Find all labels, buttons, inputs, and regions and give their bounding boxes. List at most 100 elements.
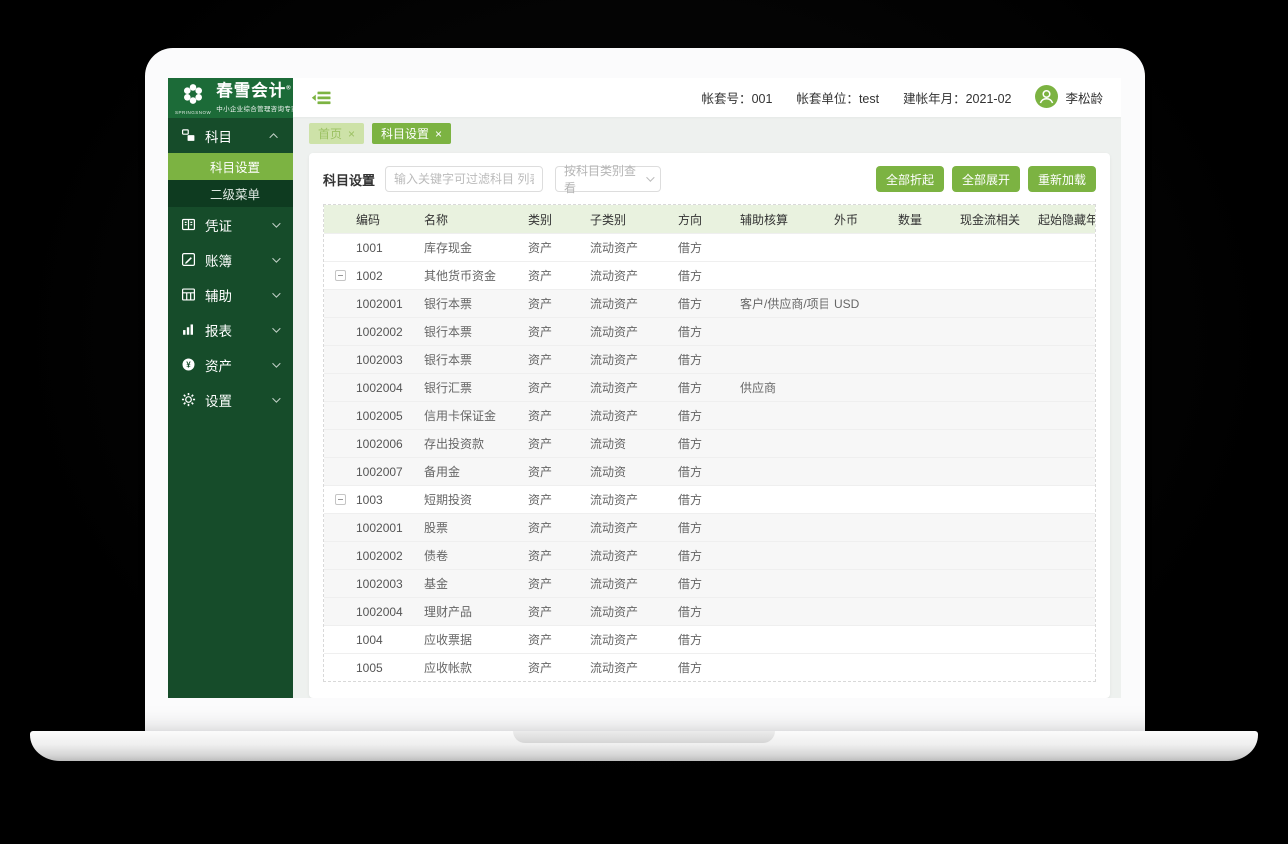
account-field: 帐套单位：test [796,88,879,107]
tab-home[interactable]: 首页 × [309,123,365,144]
cell-subcategory: 流动资产 [590,381,639,395]
collapse-icon[interactable] [335,494,346,505]
collapse-all-button[interactable]: 全部折起 [875,166,944,192]
cell-direction: 借方 [678,381,703,395]
chevron-up-icon [269,132,278,142]
cell-code: 1002004 [356,380,403,395]
sidebar-item-voucher[interactable]: 凭证 [168,207,293,242]
laptop-base [30,731,1258,761]
cell-aux-accounting: 客户/供应商/项目 [740,297,828,311]
sidebar-item-label: 报表 [205,323,232,339]
sidebar-item-subjects[interactable]: 科目 [168,118,293,153]
sidebar-item-reports[interactable]: 报表 [168,312,293,347]
view-mode-value: 按科目类别查看 [564,164,637,195]
table-row[interactable]: 1002005 信用卡保证金 资产 流动资产 借方 [324,401,1095,429]
table-row[interactable]: 1004 应收票据 资产 流动资产 借方 [324,625,1095,653]
avatar [1035,84,1059,111]
field-label: 建帐年月： [903,92,966,106]
table-row[interactable]: 1002004 银行汇票 资产 流动资产 借方 供应商 [324,373,1095,401]
header-cell: 编码 [356,212,381,227]
cell-category: 资产 [528,269,553,283]
sidebar-collapse-icon[interactable] [311,90,332,106]
table-row[interactable]: 1003 短期投资 资产 流动资产 借方 [324,485,1095,513]
cell-subcategory: 流动资产 [590,577,639,591]
topbar-info: 帐套号：001 帐套单位：test 建帐年月：2021-02 李松龄 [702,84,1103,111]
cell-subcategory: 流动资产 [590,241,639,255]
close-icon[interactable]: × [435,128,442,140]
sidebar-item-ledger[interactable]: 账簿 [168,242,293,277]
chevron-down-icon [646,173,655,182]
table-row[interactable]: 1002001 银行本票 资产 流动资产 借方 客户/供应商/项目 USD [324,289,1095,317]
chevron-down-icon [272,393,281,403]
header-cell: 起始隐藏年 [1038,212,1095,227]
content-card: 科目设置 按科目类别查看 全部折起全部展开重新加载 编码 名称 类别 子类别 方向 辅助核… [309,153,1110,698]
cell-name: 银行本票 [424,297,473,311]
sidebar-item-settings[interactable]: 设置 [168,382,293,417]
cell-direction: 借方 [678,577,703,591]
cell-direction: 借方 [678,633,703,647]
sidebar-item-label: 辅助 [205,288,232,304]
cell-code: 1002004 [356,604,403,619]
sidebar-item-auxiliary[interactable]: 辅助 [168,277,293,312]
account-field: 建帐年月：2021-02 [903,88,1011,107]
header-cell: 方向 [678,212,703,227]
account-field: 帐套号：001 [702,88,773,107]
cell-code: 1002007 [356,464,403,479]
reload-button[interactable]: 重新加载 [1027,166,1096,192]
user-chip[interactable]: 李松龄 [1035,84,1103,111]
table-row[interactable]: 1005 应收帐款 资产 流动资产 借方 [324,653,1095,681]
expand-all-button[interactable]: 全部展开 [951,166,1020,192]
cell-direction: 借方 [678,465,703,479]
brand-subtitle: 中小企业综合管理咨询专家 [216,105,298,113]
cell-name: 银行本票 [424,325,473,339]
table-row[interactable]: 1002 其他货币资金 资产 流动资产 借方 [324,261,1095,289]
table-row[interactable]: 1002003 基金 资产 流动资产 借方 [324,569,1095,597]
table-row[interactable]: 1002007 备用金 资产 流动资 借方 [324,457,1095,485]
flower-logo-icon [181,82,205,111]
table-row[interactable]: 1002006 存出投资款 资产 流动资 借方 [324,429,1095,457]
table-row[interactable]: 1002001 股票 资产 流动资产 借方 [324,513,1095,541]
view-mode-select[interactable]: 按科目类别查看 [555,164,662,195]
sidebar-menu: 科目 科目设置 二级菜单 凭证账簿辅助报表 ¥ 资产 设置 [168,118,293,417]
table-row[interactable]: 1002003 银行本票 资产 流动资产 借方 [324,345,1095,373]
cell-code: 1002002 [356,324,403,339]
grid-icon [181,287,196,302]
close-icon[interactable]: × [348,128,355,140]
cell-subcategory: 流动资产 [590,605,639,619]
cell-code: 1002003 [356,576,403,591]
table-row[interactable]: 1001 库存现金 资产 流动资产 借方 [324,233,1095,261]
bar-chart-icon [181,322,196,337]
cell-code: 1002001 [356,296,403,311]
cell-category: 资产 [528,325,553,339]
cell-code: 1002006 [356,436,403,451]
sidebar-item-assets[interactable]: ¥ 资产 [168,347,293,382]
sidebar-item-label: 账簿 [205,253,232,269]
logo-caption: SPRINGSNOW [175,109,212,115]
cell-subcategory: 流动资产 [590,521,639,535]
brand-name: 春雪会计® [216,82,292,101]
cell-name: 银行本票 [424,353,473,367]
sidebar-subitem-subject-settings[interactable]: 科目设置 [168,153,293,180]
collapse-icon[interactable] [335,270,346,281]
header-cell: 数量 [898,212,923,227]
cell-subcategory: 流动资 [590,437,627,451]
field-value: 001 [751,92,773,106]
cell-direction: 借方 [678,241,703,255]
cell-direction: 借方 [678,325,703,339]
registered-mark: ® [286,85,292,92]
yen-circle-icon: ¥ [181,357,196,372]
row-expand-cell [324,270,350,281]
cell-category: 资产 [528,409,553,423]
sidebar-subitem-secondary-menu[interactable]: 二级菜单 [168,180,293,207]
cell-code: 1002003 [356,352,403,367]
tab-subject-settings[interactable]: 科目设置 × [372,123,452,144]
table-header: 编码 名称 类别 子类别 方向 辅助核算 外币 数量 现金流相关 起始隐藏年 [324,205,1095,233]
table-row[interactable]: 1002004 理财产品 资产 流动资产 借方 [324,597,1095,625]
table-row[interactable]: 1002002 银行本票 资产 流动资产 借方 [324,317,1095,345]
cell-code: 1002 [356,268,383,283]
table-row[interactable]: 1002002 债卷 资产 流动资产 借方 [324,541,1095,569]
app-window: SPRINGSNOW 春雪会计® 中小企业综合管理咨询专家 科目 科目设置 二级菜单… [168,78,1121,698]
filter-keyword-input[interactable] [385,166,544,192]
sidebar-submenu: 科目设置 二级菜单 [168,153,293,207]
chevron-down-icon [272,288,281,298]
